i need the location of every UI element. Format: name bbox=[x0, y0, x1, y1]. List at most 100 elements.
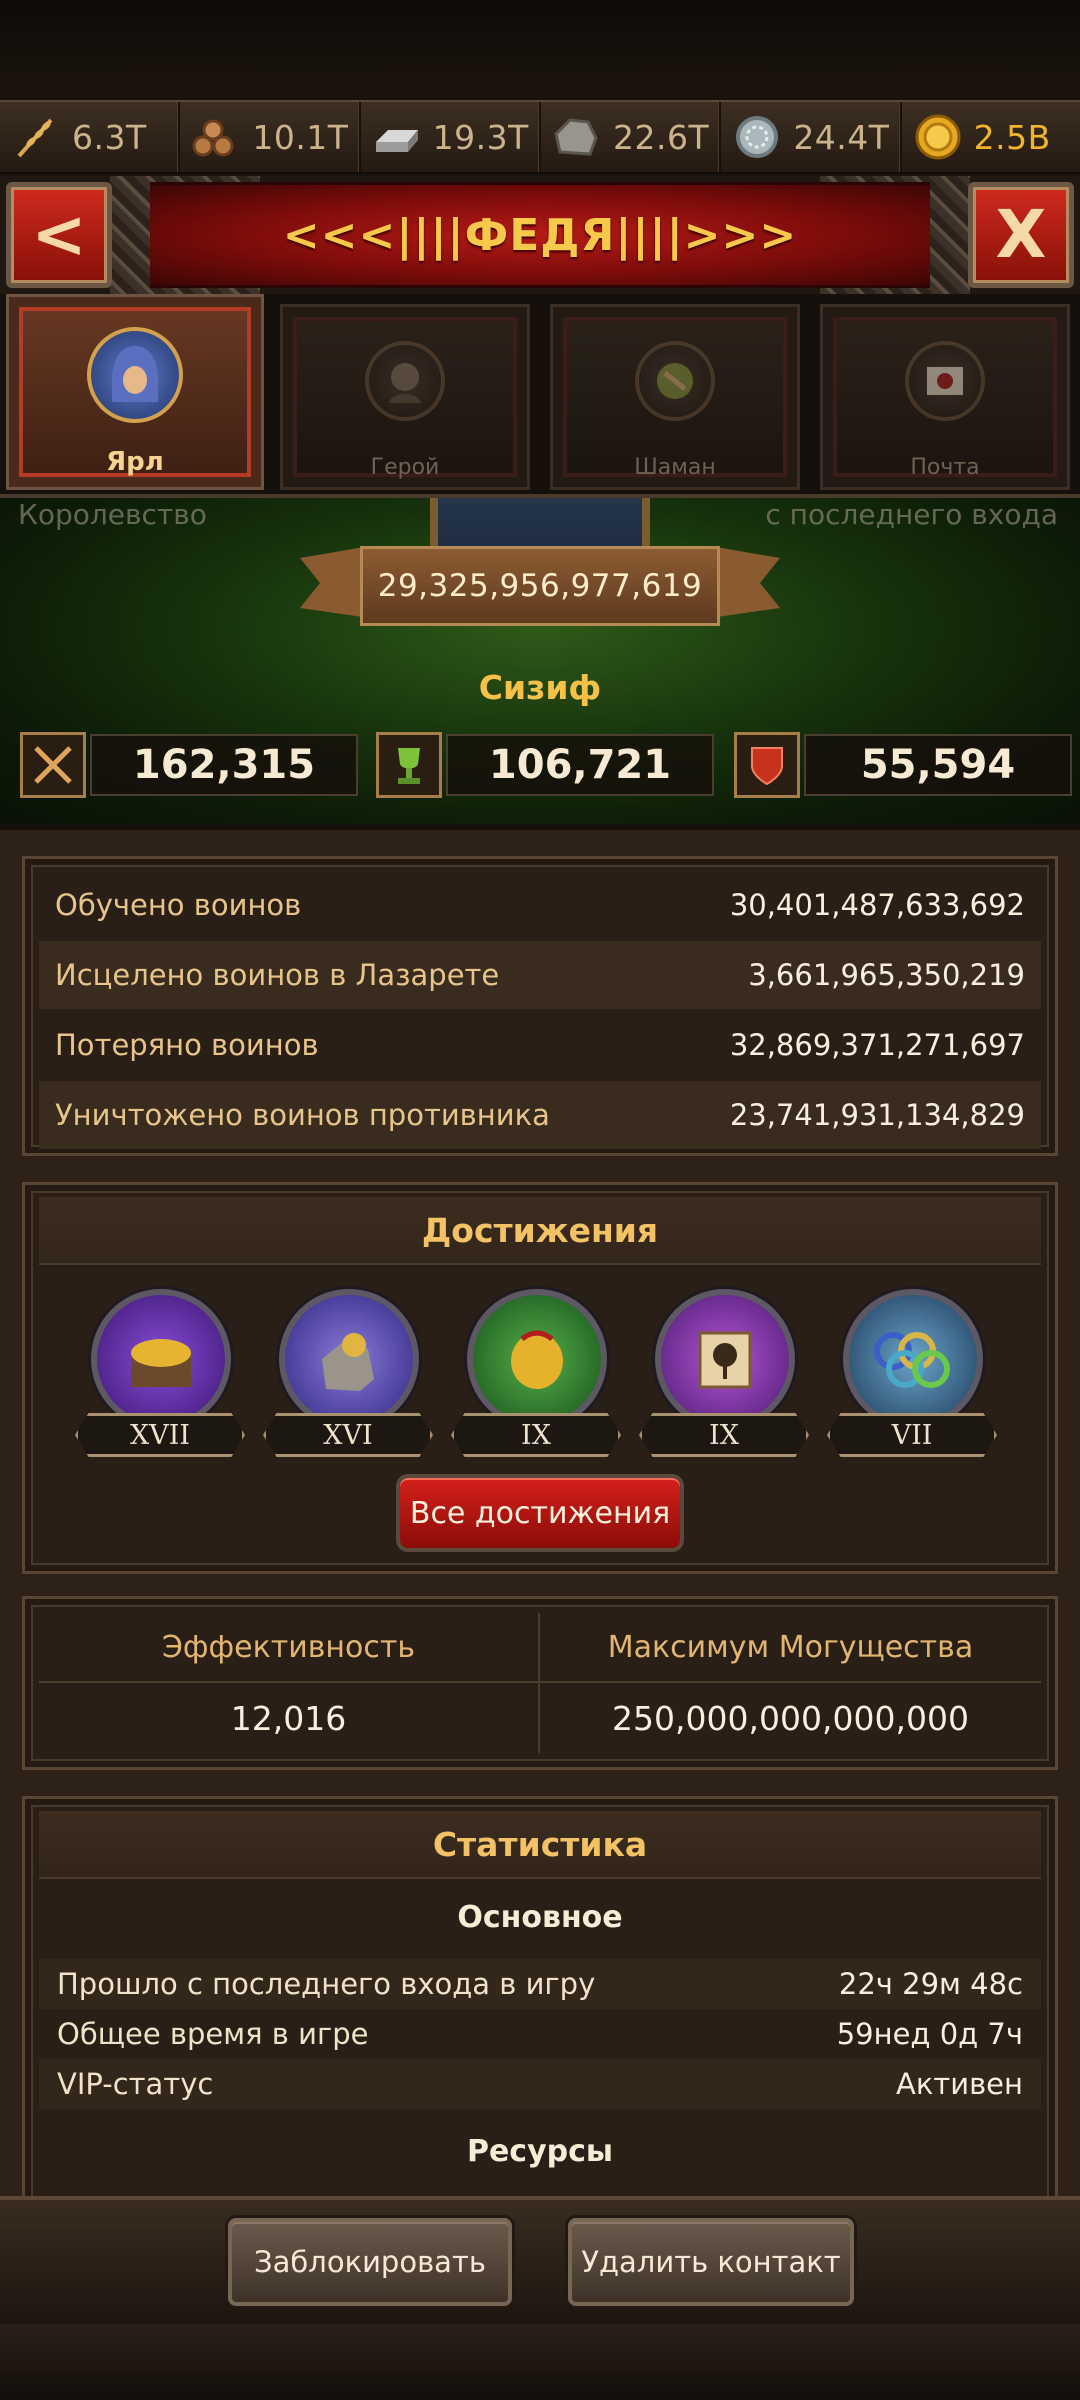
stat-label: Обучено воинов bbox=[55, 888, 302, 922]
resource-wood[interactable]: 10.1T bbox=[180, 102, 361, 172]
status-bar bbox=[0, 0, 1080, 96]
tab-label: Ярл bbox=[106, 447, 164, 477]
stat-box: 55,594 bbox=[804, 734, 1072, 796]
swords-icon bbox=[20, 732, 86, 798]
basic-subtitle: Основное bbox=[39, 1885, 1041, 1949]
stat-trophy[interactable]: 106,721 bbox=[376, 730, 714, 800]
power-value: 29,325,956,977,619 bbox=[377, 568, 703, 604]
button-label: Заблокировать bbox=[254, 2245, 486, 2279]
tab-jarl[interactable]: Ярл bbox=[6, 294, 264, 490]
efficiency-value: 12,016 bbox=[230, 1698, 347, 1738]
achievement-level: XVI bbox=[263, 1413, 433, 1457]
all-achievements-button[interactable]: Все достижения bbox=[396, 1474, 684, 1552]
stat-value: 23,741,931,134,829 bbox=[729, 1098, 1025, 1132]
stat-value: 162,315 bbox=[132, 742, 316, 788]
profile-banner: Королевство с последнего входа 29,325,95… bbox=[0, 494, 1080, 824]
stat-label: VIP-статус bbox=[57, 2067, 214, 2101]
resource-value: 24.4T bbox=[793, 117, 890, 157]
stat-label: Общее время в игре bbox=[57, 2017, 369, 2051]
stat-value: 32,869,371,271,697 bbox=[729, 1028, 1025, 1062]
bottom-action-bar: Заблокировать Удалить контакт bbox=[0, 2196, 1080, 2324]
tab-label: Почта bbox=[910, 455, 980, 480]
stat-shield[interactable]: 55,594 bbox=[734, 730, 1072, 800]
max-power-label: Максимум Могущества bbox=[607, 1629, 974, 1665]
stat-box: 106,721 bbox=[446, 734, 714, 796]
last-login-label: с последнего входа bbox=[765, 498, 1058, 531]
resource-value: 19.3T bbox=[432, 117, 529, 157]
stat-row: Потеряно воинов 32,869,371,271,697 bbox=[39, 1011, 1041, 1079]
resource-wheat[interactable]: 6.3T bbox=[0, 102, 181, 172]
section-title: Достижения bbox=[421, 1210, 659, 1250]
subsection-title: Основное bbox=[457, 1899, 623, 1935]
subsection-title: Ресурсы bbox=[466, 2133, 614, 2169]
tab-shaman[interactable]: Шаман bbox=[550, 304, 800, 490]
page-title: <<<||||ФЕДЯ||||>>> bbox=[282, 209, 798, 261]
button-label: Удалить контакт bbox=[581, 2245, 841, 2279]
shaman-icon bbox=[635, 341, 715, 421]
resource-bar: 6.3T 10.1T 19.3T 22.6T 24.4T 2.5B bbox=[0, 100, 1080, 174]
efficiency-grid: Эффективность Максимум Могущества 12,016… bbox=[39, 1613, 1041, 1753]
shield-icon bbox=[734, 732, 800, 798]
resources-subtitle: Ресурсы bbox=[39, 2119, 1041, 2183]
title-bar: <<<||||ФЕДЯ||||>>> < X bbox=[0, 176, 1080, 294]
wheat-icon bbox=[8, 109, 64, 165]
stat-kills[interactable]: 162,315 bbox=[20, 730, 358, 800]
section-title: Статистика bbox=[432, 1824, 648, 1864]
stat-label: Уничтожено воинов противника bbox=[55, 1098, 550, 1132]
stat-row: Обучено воинов 30,401,487,633,692 bbox=[39, 871, 1041, 939]
delete-contact-button[interactable]: Удалить контакт bbox=[568, 2218, 854, 2306]
stat-value: Активен bbox=[896, 2067, 1023, 2101]
player-name: Сизиф bbox=[478, 668, 602, 707]
statistics-title: Статистика bbox=[39, 1811, 1041, 1879]
achievement-badge[interactable]: IX bbox=[639, 1289, 809, 1479]
resource-iron[interactable]: 19.3T bbox=[361, 102, 541, 172]
hero-icon bbox=[365, 341, 445, 421]
max-power-value-cell: 250,000,000,000,000 bbox=[540, 1683, 1041, 1753]
tab-mail[interactable]: Почта bbox=[820, 304, 1070, 490]
back-button[interactable]: < bbox=[6, 182, 112, 288]
achievement-badge[interactable]: XVI bbox=[263, 1289, 433, 1479]
stat-value: 59нед 0д 7ч bbox=[836, 2017, 1023, 2051]
trophy-icon bbox=[376, 732, 442, 798]
achievement-badge[interactable]: IX bbox=[451, 1289, 621, 1479]
scroll-tree-icon bbox=[655, 1289, 795, 1429]
stone-trophy-icon bbox=[279, 1289, 419, 1429]
stat-value: 3,661,965,350,219 bbox=[748, 958, 1025, 992]
efficiency-panel: Эффективность Максимум Могущества 12,016… bbox=[22, 1596, 1058, 1770]
button-label: Все достижения bbox=[409, 1495, 671, 1531]
silver-icon bbox=[729, 109, 785, 165]
rings-icon bbox=[843, 1289, 983, 1429]
stat-box: 162,315 bbox=[90, 734, 358, 796]
resource-value: 2.5B bbox=[973, 117, 1051, 157]
resource-gold[interactable]: 2.5B bbox=[902, 102, 1080, 172]
hooded-jarl-icon bbox=[87, 327, 183, 423]
achievements-list: XVII XVI IX IX VII bbox=[75, 1289, 1015, 1479]
gold-horn-icon bbox=[467, 1289, 607, 1429]
iron-icon bbox=[369, 109, 425, 165]
resource-value: 22.6T bbox=[612, 117, 710, 157]
efficiency-value-cell: 12,016 bbox=[39, 1683, 540, 1753]
block-button[interactable]: Заблокировать bbox=[228, 2218, 512, 2306]
max-power-value: 250,000,000,000,000 bbox=[612, 1698, 969, 1738]
achievement-badge[interactable]: VII bbox=[827, 1289, 997, 1479]
wood-icon bbox=[188, 109, 244, 165]
stat-row: Прошло с последнего входа в игру 22ч 29м… bbox=[39, 1959, 1041, 2009]
achievement-level: IX bbox=[451, 1413, 621, 1457]
achievement-badge[interactable]: XVII bbox=[75, 1289, 245, 1479]
stat-value: 106,721 bbox=[488, 742, 672, 788]
achievements-title: Достижения bbox=[39, 1197, 1041, 1265]
stat-row: Общее время в игре 59нед 0д 7ч bbox=[39, 2009, 1041, 2059]
max-power-header: Максимум Могущества bbox=[540, 1613, 1041, 1683]
tab-hero[interactable]: Герой bbox=[280, 304, 530, 490]
close-button[interactable]: X bbox=[968, 182, 1074, 288]
resource-value: 10.1T bbox=[252, 117, 349, 157]
stat-value: 30,401,487,633,692 bbox=[729, 888, 1025, 922]
stat-row: VIP-статус Активен bbox=[39, 2059, 1041, 2109]
power-display: 29,325,956,977,619 bbox=[360, 546, 720, 626]
chevron-left-icon: < bbox=[31, 196, 87, 273]
nav-bar bbox=[0, 2324, 1080, 2400]
statistics-panel: Статистика Основное Прошло с последнего … bbox=[22, 1796, 1058, 2216]
resource-stone[interactable]: 22.6T bbox=[541, 102, 722, 172]
resource-silver[interactable]: 24.4T bbox=[721, 102, 902, 172]
resource-value: 6.3T bbox=[72, 117, 147, 157]
